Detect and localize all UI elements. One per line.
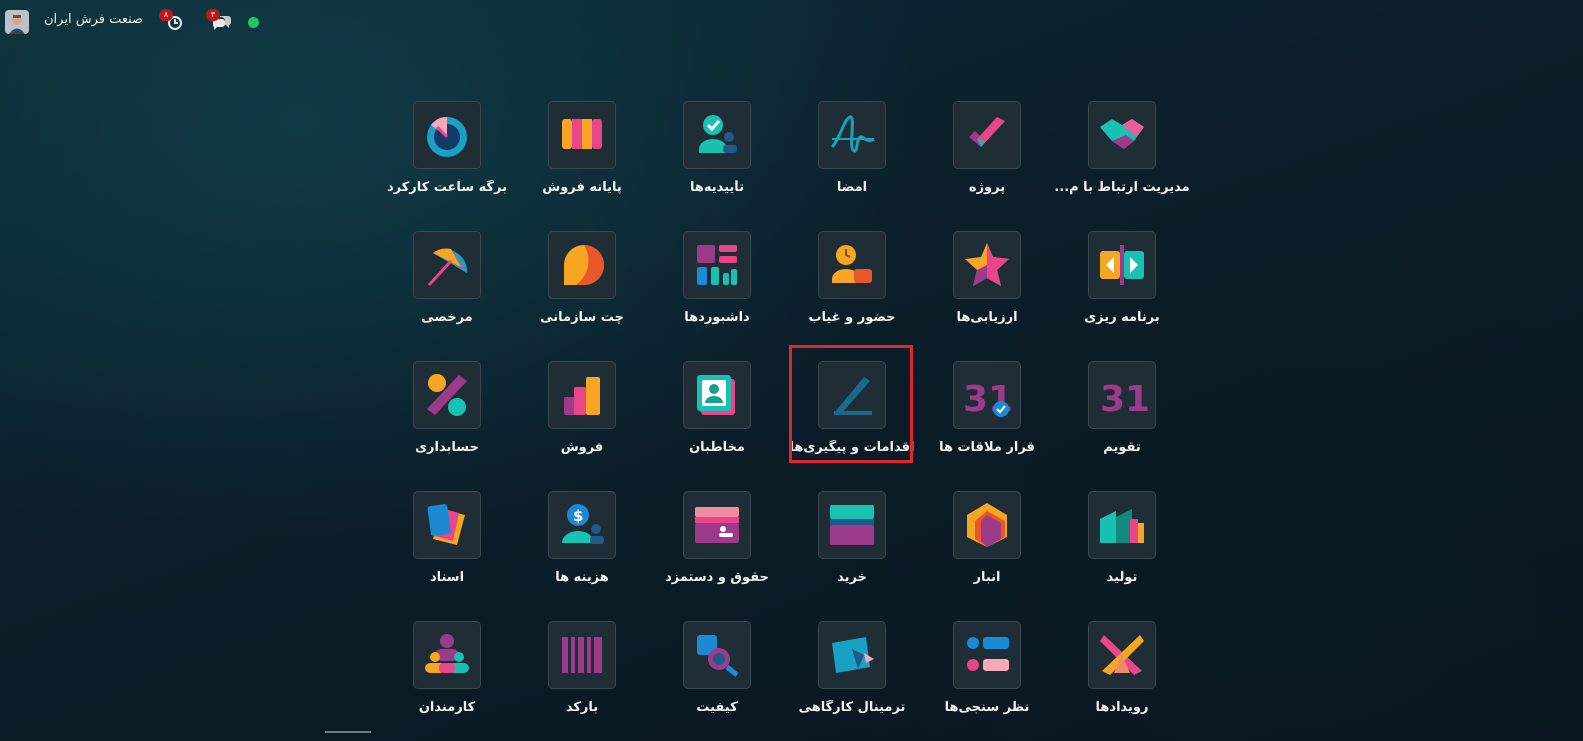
messages-badge: ۳ [206,9,220,21]
app-payroll[interactable]: حقوق و دستمزد [652,491,782,611]
company-name[interactable]: صنعت فرش ایران [44,12,143,27]
app-label-expenses: هزینه ها [555,570,609,585]
app-label-accounting: حسابداری [415,440,479,455]
messages-button[interactable]: ۳ [206,9,232,33]
app-timesheet[interactable]: برگه ساعت کارکرد [382,101,512,221]
app-label-sales: فروش [560,440,604,455]
app-label-contacts: مخاطبان [689,440,745,455]
employees-group-icon [413,621,481,689]
activity-button[interactable]: ۸ [159,9,185,33]
app-label-attendance: حضور و غیاب [808,310,896,325]
app-barcode[interactable]: بارکد [517,621,647,741]
app-planning[interactable]: برنامه ریزی [1057,231,1187,351]
online-status-indicator [248,17,259,28]
app-label-inventory: انبار [973,570,1001,585]
app-label-barcode: بارکد [565,700,599,715]
bar-chart-icon [548,361,616,429]
project-checkmark-icon [953,101,1021,169]
app-shopfloor[interactable]: ترمینال کارگاهی [787,621,917,741]
app-label-dashboards: داشبوردها [684,310,750,325]
app-label-discuss: چت سازمانی [540,310,624,325]
box-cube-icon [953,491,1021,559]
appointment-calendar-icon: 31 [953,361,1021,429]
signature-icon [818,101,886,169]
app-manufacturing[interactable]: تولید [1057,491,1187,611]
app-pos[interactable]: پایانه فروش [517,101,647,221]
app-events[interactable]: رویدادها [1057,621,1187,741]
app-label-crm: مدیریت ارتباط با م... [1054,180,1190,195]
app-expenses[interactable]: $ هزینه ها [517,491,647,611]
umbrella-icon [413,231,481,299]
payroll-card-icon [683,491,751,559]
documents-icon [413,491,481,559]
app-project[interactable]: پروژه [922,101,1052,221]
app-label-events: رویدادها [1095,700,1149,715]
planning-icon [1088,231,1156,299]
barcode-icon [548,621,616,689]
activity-badge: ۸ [159,9,173,21]
survey-icon [953,621,1021,689]
app-appraisal[interactable]: ارزیابی‌ها [922,231,1052,351]
app-calendar[interactable]: 31 تقویم [1057,361,1187,481]
app-label-pos: پایانه فروش [542,180,622,195]
app-label-sign: امضا [836,180,868,195]
top-bar: صنعت فرش ایران ۸ ۳ [0,0,400,44]
app-label-calendar: تقویم [1103,440,1141,455]
app-sign[interactable]: امضا [787,101,917,221]
app-label-shopfloor: ترمینال کارگاهی [798,700,906,715]
app-label-project: پروژه [968,180,1006,195]
app-label-purchase: خرید [837,570,867,585]
highlight-box [789,345,913,463]
app-label-quality: کیفیت [696,700,738,715]
chat-bubble-icon [548,231,616,299]
app-quality[interactable]: کیفیت [652,621,782,741]
stopwatch-icon [413,101,481,169]
app-contacts[interactable]: مخاطبان [652,361,782,481]
app-label-approvals: تأییدیه‌ها [689,180,745,195]
app-attendance[interactable]: حضور و غیاب [787,231,917,351]
star-icon [953,231,1021,299]
app-label-surveys: نظر سنجی‌ها [944,700,1030,715]
app-label-payroll: حقوق و دستمزد [665,570,769,585]
expenses-icon: $ [548,491,616,559]
app-accounting[interactable]: حسابداری [382,361,512,481]
app-approvals[interactable]: تأییدیه‌ها [652,101,782,221]
svg-text:$: $ [573,507,583,525]
app-timeoff[interactable]: مرخصی [382,231,512,351]
user-avatar[interactable] [5,10,29,34]
app-label-timesheet: برگه ساعت کارکرد [386,180,507,195]
factory-icon [1088,491,1156,559]
attendance-icon [818,231,886,299]
app-label-employees: کارمندان [418,700,476,715]
shop-awning-icon [548,101,616,169]
app-label-manufacturing: تولید [1106,570,1138,585]
svg-text:31: 31 [1100,379,1148,420]
app-label-planning: برنامه ریزی [1084,310,1160,325]
tablet-terminal-icon [818,621,886,689]
app-documents[interactable]: اسناد [382,491,512,611]
app-sales[interactable]: فروش [517,361,647,481]
contact-card-icon [683,361,751,429]
app-crm[interactable]: مدیریت ارتباط با م... [1054,101,1190,221]
dashboard-grid-icon [683,231,751,299]
magnifier-quality-icon [683,621,751,689]
app-purchase[interactable]: خرید [787,491,917,611]
app-label-timeoff: مرخصی [421,310,473,325]
app-employees[interactable]: کارمندان [382,621,512,741]
app-inventory[interactable]: انبار [922,491,1052,611]
app-appointments[interactable]: 31 قرار ملاقات ها [922,361,1052,481]
app-dashboards[interactable]: داشبوردها [652,231,782,351]
purchase-card-icon [818,491,886,559]
scroll-indicator [325,731,371,733]
crm-icon [1088,101,1156,169]
app-discuss[interactable]: چت سازمانی [517,231,647,351]
calendar-icon: 31 [1088,361,1156,429]
app-label-documents: اسناد [429,570,465,585]
app-surveys[interactable]: نظر سنجی‌ها [922,621,1052,741]
app-label-appointments: قرار ملاقات ها [939,440,1035,455]
approvals-icon [683,101,751,169]
events-icon [1088,621,1156,689]
percent-icon [413,361,481,429]
app-label-appraisal: ارزیابی‌ها [956,310,1018,325]
